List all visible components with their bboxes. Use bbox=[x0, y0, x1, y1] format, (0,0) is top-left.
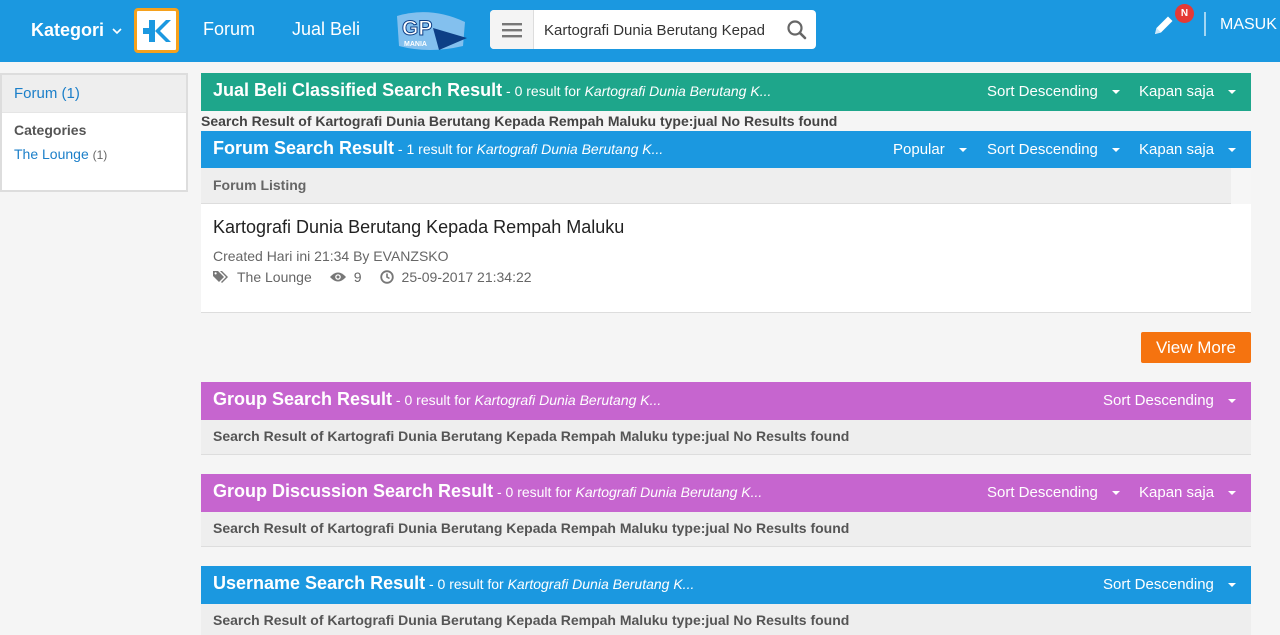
username-result-title: Username Search Result - 0 result for Ka… bbox=[213, 573, 695, 593]
tags-icon bbox=[213, 271, 228, 283]
sidebar-filter: Forum (1) Categories The Lounge (1) bbox=[0, 73, 188, 192]
jual-beli-sort-dropdown[interactable]: Sort Descending bbox=[987, 83, 1120, 100]
hamburger-icon bbox=[501, 22, 522, 37]
search-box bbox=[490, 10, 816, 49]
forum-result-title: Forum Search Result - 1 result for Karto… bbox=[213, 138, 664, 158]
notification-badge[interactable]: N bbox=[1175, 4, 1194, 23]
kategori-label: Kategori bbox=[31, 20, 105, 40]
caret-down-icon bbox=[1228, 148, 1237, 153]
listing-scroll-strip bbox=[1231, 168, 1251, 204]
category-count: (1) bbox=[92, 148, 108, 162]
search-menu-button[interactable] bbox=[490, 10, 534, 49]
jual-beli-result-header: Jual Beli Classified Search Result - 0 r… bbox=[201, 73, 1251, 111]
caret-down-icon bbox=[1111, 90, 1120, 95]
caret-down-icon bbox=[1228, 491, 1237, 496]
thread-datetime: 25-09-2017 21:34:22 bbox=[401, 269, 532, 285]
jual-beli-result-title: Jual Beli Classified Search Result - 0 r… bbox=[213, 80, 772, 100]
thread-title-link[interactable]: Kartografi Dunia Berutang Kepada Rempah … bbox=[213, 217, 624, 238]
sidebar-item-forum[interactable]: Forum (1) bbox=[2, 75, 186, 113]
jual-beli-time-dropdown[interactable]: Kapan saja bbox=[1139, 83, 1237, 100]
kategori-dropdown[interactable]: Kategori bbox=[31, 20, 122, 41]
eye-icon bbox=[329, 272, 346, 282]
caret-down-icon bbox=[1227, 583, 1236, 588]
forum-popular-dropdown[interactable]: Popular bbox=[893, 141, 967, 158]
thread-views: 9 bbox=[353, 269, 362, 285]
masuk-link[interactable]: MASUK bbox=[1220, 16, 1277, 34]
pencil-icon[interactable] bbox=[1152, 13, 1176, 37]
forum-sort-dropdown[interactable]: Sort Descending bbox=[987, 141, 1120, 158]
kaskus-logo[interactable] bbox=[134, 8, 179, 53]
nav-divider bbox=[1204, 12, 1206, 36]
group-no-result-box: Search Result of Kartografi Dunia Beruta… bbox=[201, 420, 1251, 455]
group-discussion-no-result-box: Search Result of Kartografi Dunia Beruta… bbox=[201, 512, 1251, 547]
kaskus-k-icon bbox=[142, 19, 171, 42]
thread-meta: Created Hari ini 21:34 By EVANZSKO bbox=[213, 248, 449, 264]
svg-text:GP: GP bbox=[402, 17, 432, 40]
top-navbar: Kategori Forum Jual Beli GP MANIA Kartog… bbox=[0, 0, 1280, 62]
username-no-result-box: Search Result of Kartografi Dunia Beruta… bbox=[201, 604, 1251, 635]
svg-text:MANIA: MANIA bbox=[404, 41, 427, 48]
caret-down-icon bbox=[1228, 90, 1237, 95]
search-icon[interactable] bbox=[786, 19, 808, 41]
nav-jual-beli-link[interactable]: Jual Beli bbox=[292, 19, 360, 40]
caret-down-icon bbox=[1111, 491, 1120, 496]
jual-beli-no-result: Search Result of Kartografi Dunia Beruta… bbox=[201, 113, 838, 129]
group-result-title: Group Search Result - 0 result for Karto… bbox=[213, 389, 662, 409]
group-discussion-result-header: Group Discussion Search Result - 0 resul… bbox=[201, 474, 1251, 512]
username-sort-dropdown[interactable]: Sort Descending bbox=[1103, 576, 1236, 593]
caret-down-icon bbox=[1111, 148, 1120, 153]
categories-title: Categories bbox=[14, 122, 87, 138]
group-result-header: Group Search Result - 0 result for Karto… bbox=[201, 382, 1251, 420]
group-discussion-result-title: Group Discussion Search Result - 0 resul… bbox=[213, 481, 763, 501]
forum-listing-header: Forum Listing bbox=[201, 168, 1251, 204]
group-discussion-sort-dropdown[interactable]: Sort Descending bbox=[987, 484, 1120, 501]
search-input[interactable] bbox=[544, 19, 770, 41]
thread-category-link[interactable]: The Lounge bbox=[237, 269, 312, 285]
group-sort-dropdown[interactable]: Sort Descending bbox=[1103, 392, 1236, 409]
thread-info: The Lounge 9 25-09-2017 21:34:22 bbox=[213, 269, 532, 285]
forum-result-header: Forum Search Result - 1 result for Karto… bbox=[201, 131, 1251, 169]
username-result-header: Username Search Result - 0 result for Ka… bbox=[201, 566, 1251, 604]
forum-time-dropdown[interactable]: Kapan saja bbox=[1139, 141, 1237, 158]
view-more-button[interactable]: View More bbox=[1141, 332, 1251, 363]
clock-icon bbox=[379, 270, 394, 284]
group-no-result: Search Result of Kartografi Dunia Beruta… bbox=[213, 428, 850, 444]
caret-down-icon bbox=[1227, 399, 1236, 404]
thread-item: Kartografi Dunia Berutang Kepada Rempah … bbox=[201, 204, 1251, 313]
nav-forum-link[interactable]: Forum bbox=[203, 19, 255, 40]
chevron-down-icon bbox=[112, 27, 122, 34]
category-label[interactable]: The Lounge bbox=[14, 146, 89, 162]
caret-down-icon bbox=[958, 148, 967, 153]
group-discussion-time-dropdown[interactable]: Kapan saja bbox=[1139, 484, 1237, 501]
forum-listing-label: Forum Listing bbox=[213, 177, 307, 193]
group-discussion-no-result: Search Result of Kartografi Dunia Beruta… bbox=[213, 520, 850, 536]
username-no-result: Search Result of Kartografi Dunia Beruta… bbox=[213, 612, 850, 628]
sidebar-category-item[interactable]: The Lounge (1) bbox=[2, 140, 186, 168]
gp-mania-logo[interactable]: GP MANIA bbox=[393, 8, 469, 54]
